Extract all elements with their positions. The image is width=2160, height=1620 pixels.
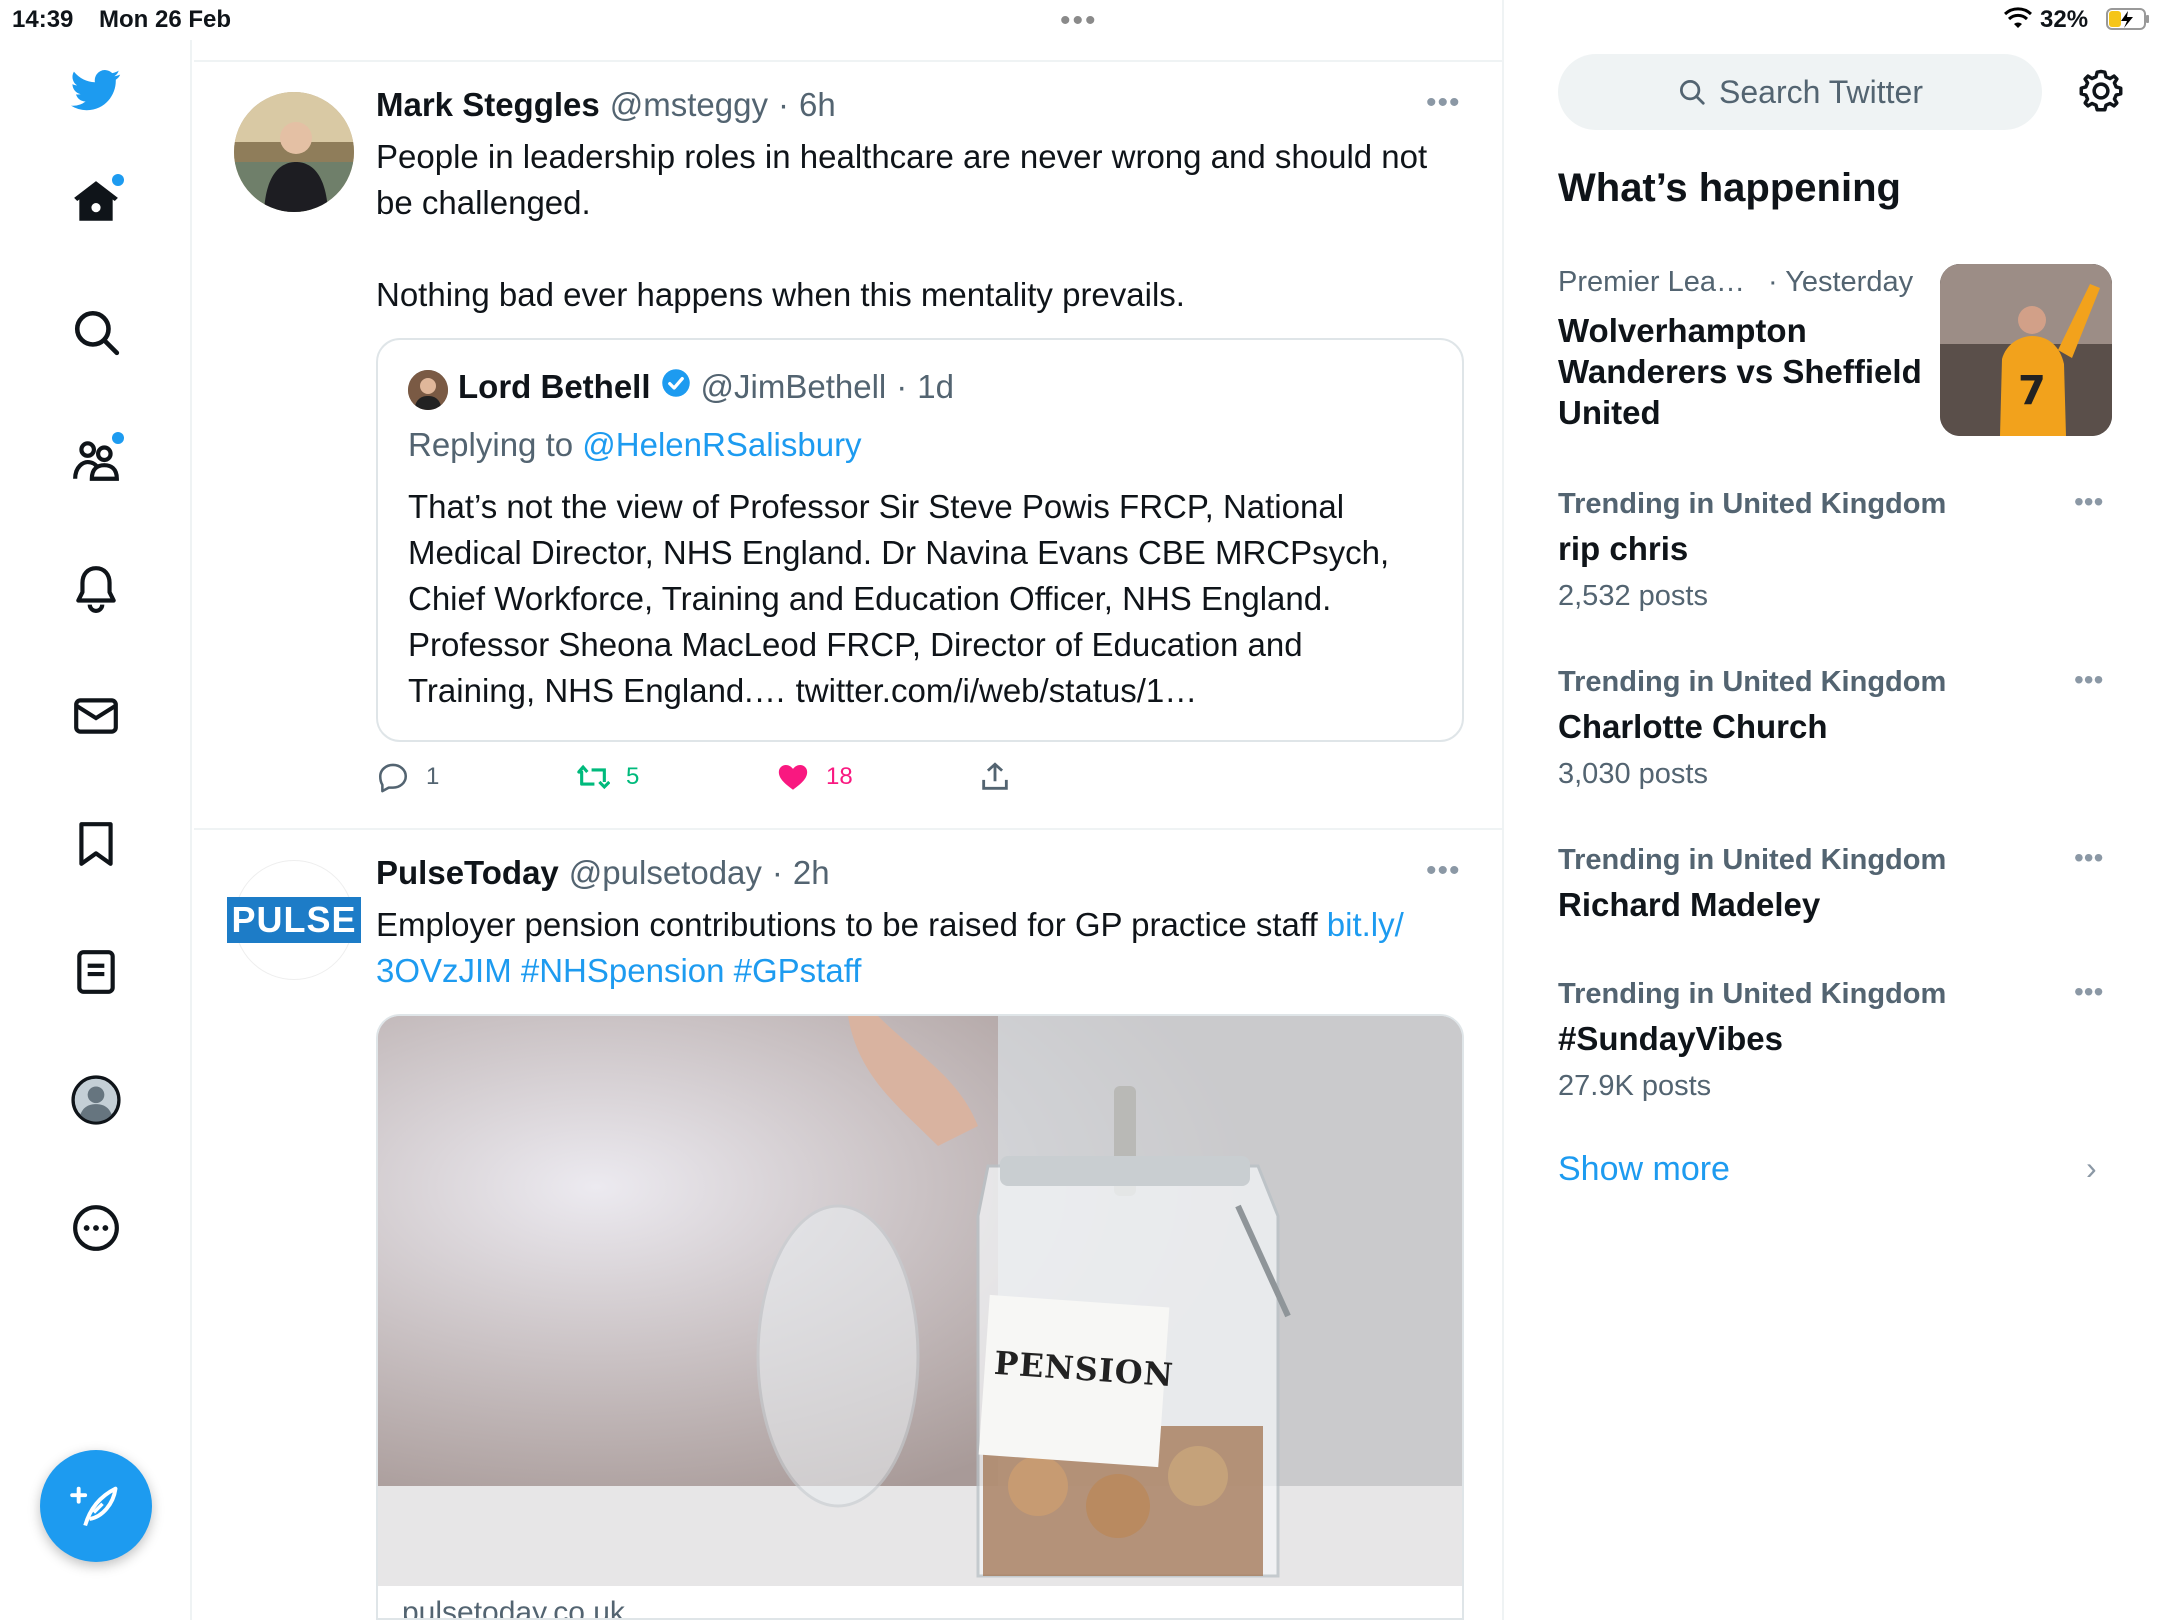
tweet-author-handle[interactable]: @pulsetoday: [569, 854, 762, 892]
tweet-text: Employer pension contributions to be rai…: [376, 902, 1466, 994]
trend-category: Trending in United Kingdom: [1558, 844, 1947, 876]
trend-category: Trending in United Kingdom: [1558, 488, 1947, 520]
tweet-actions: 1 5 18: [376, 760, 1376, 800]
status-time: 14:39: [12, 6, 74, 33]
tweet-author-handle[interactable]: @msteggy: [610, 86, 768, 124]
pension-jar-image: PENSION: [378, 1016, 1462, 1586]
separator: ·: [771, 854, 783, 891]
avatar[interactable]: [234, 92, 354, 212]
tweet-text: People in leadership roles in healthcare…: [376, 138, 1428, 221]
search-icon: [1680, 80, 1705, 105]
svg-text:7: 7: [2018, 368, 2046, 414]
tweet-link-hashtags[interactable]: 3OVzJIM #NHSpension #GPstaff: [376, 952, 861, 989]
twitter-logo-icon[interactable]: [56, 50, 136, 130]
trend-name: Wolverhampton Wanderers vs Sheffield Uni…: [1558, 312, 1922, 431]
avatar[interactable]: PULSE: [227, 860, 361, 980]
like-count: 18: [826, 763, 853, 790]
chevron-right-icon[interactable]: ›: [2086, 1150, 2097, 1187]
retweet-count: 5: [626, 763, 640, 790]
card-domain[interactable]: pulsetoday.co.uk: [402, 1596, 625, 1618]
search-icon[interactable]: [56, 292, 136, 372]
tweet-author-name[interactable]: PulseToday: [376, 854, 559, 892]
share-icon: [982, 762, 1008, 790]
trend-more-icon[interactable]: •••: [2074, 976, 2103, 1008]
retweet-icon: [577, 764, 610, 790]
tweet-media-card[interactable]: PENSION pulsetoday.co.uk: [376, 1014, 1464, 1620]
trend-post-count: 2,532 posts: [1558, 580, 1708, 612]
tweet-more-icon[interactable]: •••: [1426, 86, 1461, 120]
tweet-text-plain: Employer pension contributions to be rai…: [376, 906, 1327, 943]
retweet-button[interactable]: 5: [576, 760, 639, 794]
separator: ·: [777, 86, 789, 123]
home-unread-dot: [112, 174, 124, 186]
replying-to-link[interactable]: @HelenRSalisbury: [582, 426, 861, 463]
tweet-link[interactable]: bit.ly/: [1327, 906, 1404, 943]
reply-icon: [378, 763, 408, 793]
tweet-time[interactable]: 6h: [799, 86, 836, 124]
trend-name: rip chris: [1558, 530, 1689, 567]
tweet-divider: [194, 828, 1504, 830]
trend-post-count: 3,030 posts: [1558, 758, 1708, 790]
home-icon[interactable]: [56, 162, 136, 242]
tweet-text-2: Nothing bad ever happens when this menta…: [376, 276, 1185, 313]
whats-happening-title: What’s happening: [1558, 166, 1901, 210]
trend-more-icon[interactable]: •••: [2074, 842, 2103, 874]
trend-post-count: 27.9K posts: [1558, 1070, 1712, 1102]
trend-more-icon[interactable]: •••: [2074, 486, 2103, 518]
reply-button[interactable]: 1: [376, 760, 439, 794]
replying-to: Replying to @HelenRSalisbury: [408, 426, 862, 464]
trend-name: #SundayVibes: [1558, 1020, 1783, 1057]
compose-feather-icon: [70, 1486, 118, 1527]
trend-name: Richard Madeley: [1558, 886, 1821, 923]
trend-time: · Yesterday: [1768, 266, 1914, 298]
quoted-time[interactable]: 1d: [917, 368, 954, 406]
more-options-icon[interactable]: [56, 1188, 136, 1268]
trend-thumbnail: 7: [1940, 264, 2112, 436]
show-more-link[interactable]: Show more: [1558, 1150, 1730, 1189]
quoted-avatar[interactable]: [408, 370, 448, 410]
verified-badge-icon: [661, 369, 690, 397]
share-button[interactable]: [978, 760, 1012, 794]
profile-avatar-icon[interactable]: [56, 1060, 136, 1140]
bookmarks-icon[interactable]: [56, 804, 136, 884]
quoted-author-name[interactable]: Lord Bethell: [458, 368, 651, 406]
left-navigation: [0, 40, 192, 1620]
messages-envelope-icon[interactable]: [56, 676, 136, 756]
quoted-tweet[interactable]: Lord Bethell @JimBethell · 1d Replying t…: [376, 338, 1464, 742]
quoted-author-handle[interactable]: @JimBethell: [701, 368, 887, 406]
notifications-bell-icon[interactable]: [56, 548, 136, 628]
tweet-more-icon[interactable]: •••: [1426, 854, 1461, 888]
tweet-time[interactable]: 2h: [793, 854, 830, 892]
settings-gear-icon[interactable]: [2078, 68, 2124, 114]
timeline: Mark Steggles @msteggy · 6h ••• People i…: [194, 0, 1504, 1620]
reply-count: 1: [426, 763, 440, 790]
search-placeholder: Search Twitter: [1719, 73, 1923, 110]
tweet-author-name[interactable]: Mark Steggles: [376, 86, 600, 124]
trend-category: Trending in United Kingdom: [1558, 666, 1947, 698]
lists-icon[interactable]: [56, 932, 136, 1012]
quoted-text: That’s not the view of Professor Sir Ste…: [408, 488, 1390, 709]
separator: ·: [896, 368, 908, 405]
communities-unread-dot: [112, 432, 124, 444]
heart-filled-icon: [778, 764, 808, 790]
search-bar[interactable]: Search Twitter: [1558, 54, 2042, 130]
header-divider: [194, 60, 1504, 62]
right-sidebar: Search Twitter What’s happening Premier …: [1506, 0, 2160, 1620]
trend-category: Trending in United Kingdom: [1558, 978, 1947, 1010]
trend-category: Premier Lea…: [1558, 266, 1745, 298]
trend-name: Charlotte Church: [1558, 708, 1828, 745]
replying-prefix: Replying to: [408, 426, 574, 463]
pulse-logo-text: PULSE: [227, 897, 361, 943]
trend-more-icon[interactable]: •••: [2074, 664, 2103, 696]
compose-tweet-button[interactable]: [40, 1450, 152, 1562]
like-button[interactable]: 18: [776, 760, 853, 794]
communities-icon[interactable]: [56, 420, 136, 500]
